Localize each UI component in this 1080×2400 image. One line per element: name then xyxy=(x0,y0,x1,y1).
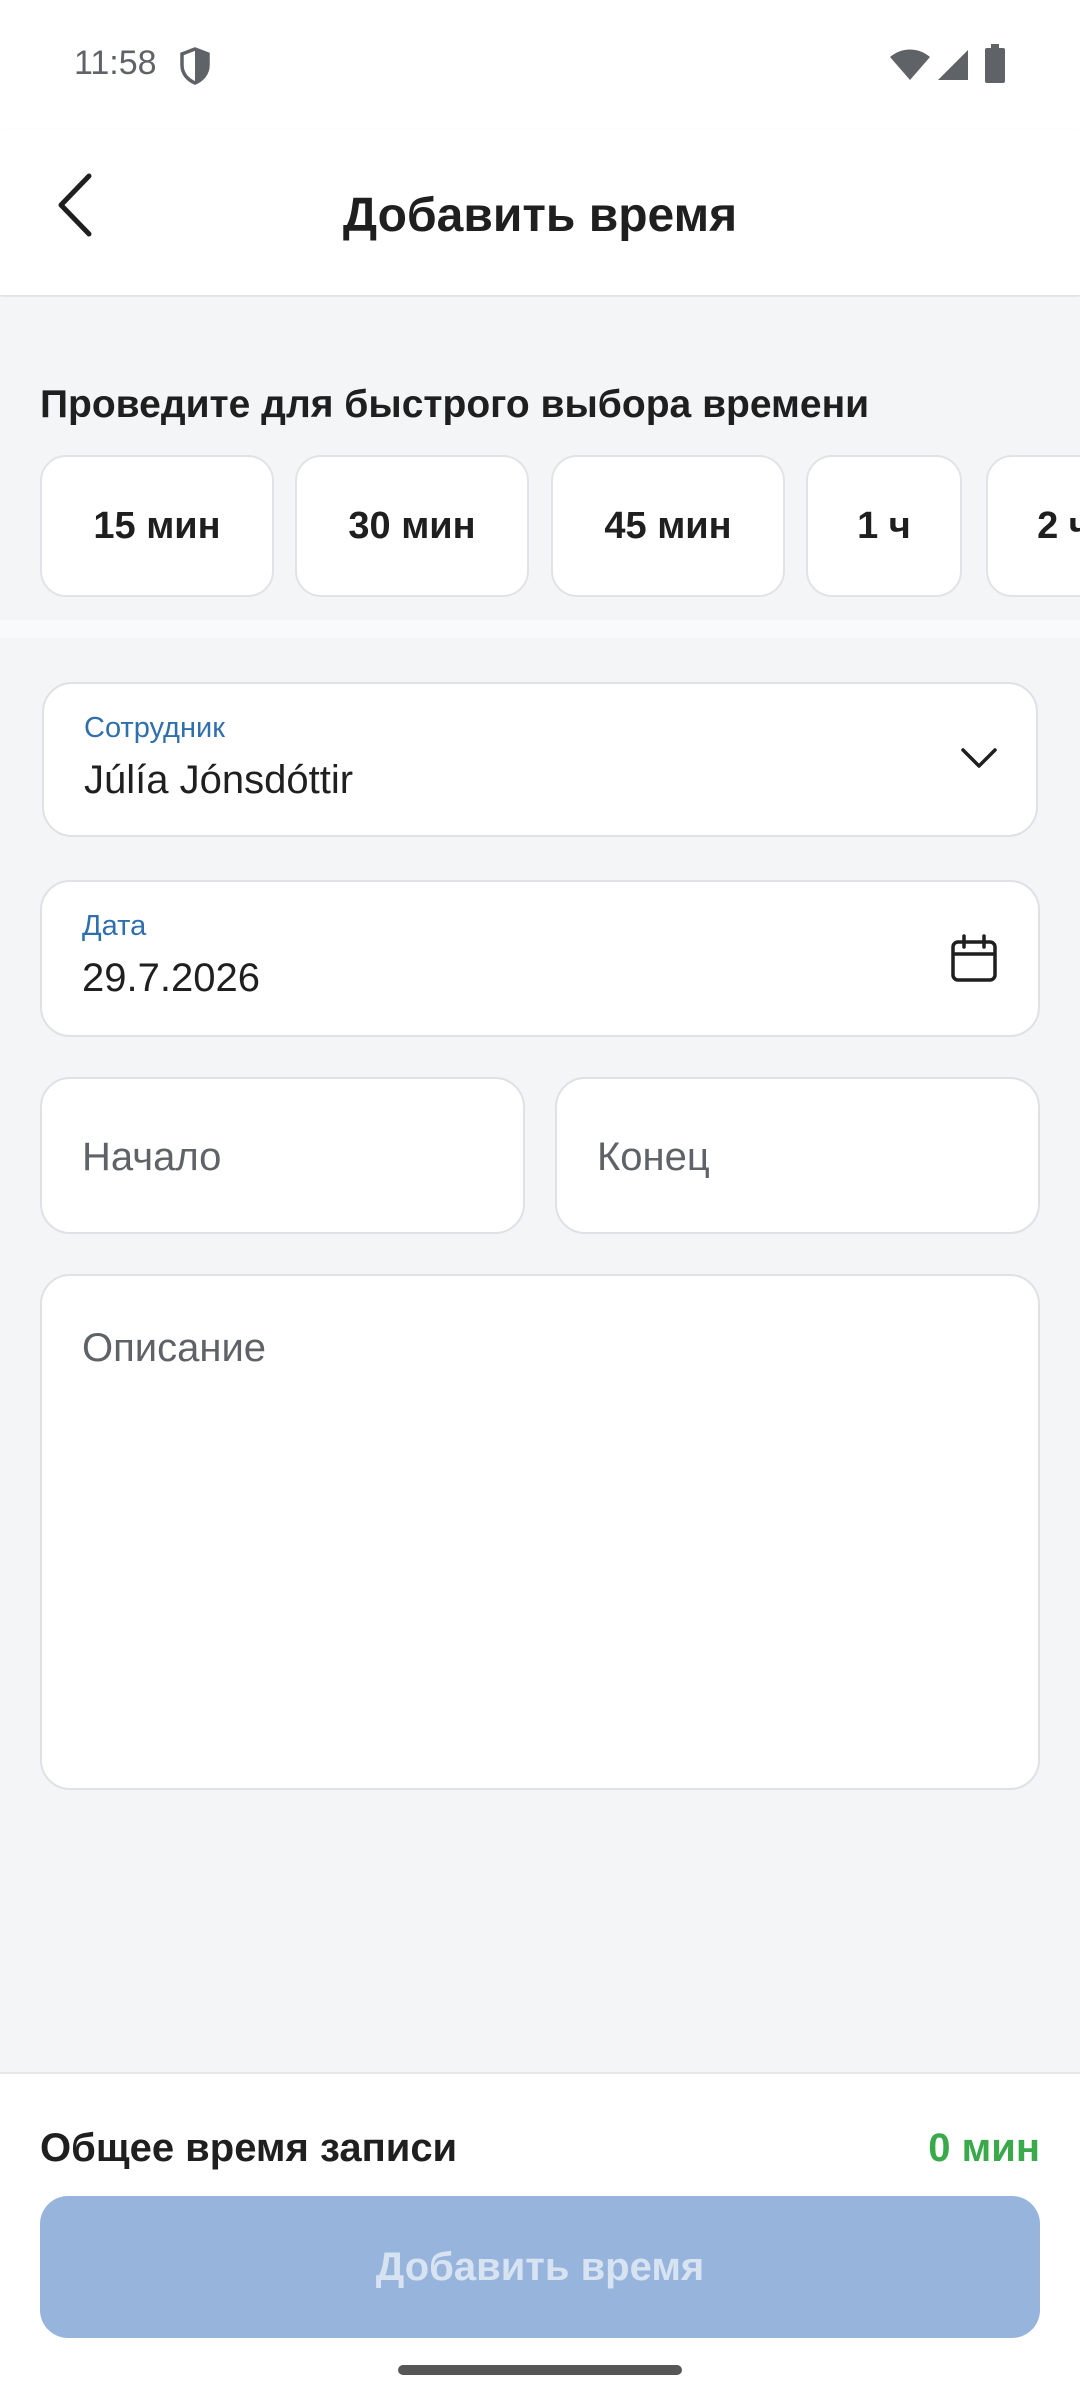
chevron-down-icon xyxy=(961,748,997,768)
start-time-placeholder: Начало xyxy=(82,1135,222,1179)
signal-icon xyxy=(938,50,968,80)
quick-select-hint: Проведите для быстрого выбора времени xyxy=(40,383,870,426)
employee-select[interactable]: Сотрудник Júlía Jónsdóttir xyxy=(42,682,1038,837)
chip-30-min[interactable]: 30 мин xyxy=(295,455,529,597)
chip-2-h[interactable]: 2 ч xyxy=(986,455,1080,597)
app-header: Добавить время xyxy=(0,130,1080,296)
date-field[interactable]: Дата 29.7.2026 xyxy=(40,880,1040,1037)
wifi-icon xyxy=(890,49,930,80)
end-time-placeholder: Конец xyxy=(597,1135,710,1179)
total-time-value: 0 мин xyxy=(928,2126,1040,2170)
quick-select-section: Проведите для быстрого выбора времени 15… xyxy=(0,297,1080,637)
battery-icon xyxy=(985,44,1005,83)
quick-select-chips[interactable]: 15 мин 30 мин 45 мин 1 ч 2 ч xyxy=(40,455,1080,597)
chip-1-h[interactable]: 1 ч xyxy=(806,455,962,597)
total-time-label: Общее время записи xyxy=(40,2126,458,2170)
status-bar: 11:58 xyxy=(0,0,1080,130)
shield-icon xyxy=(180,47,210,85)
date-label: Дата xyxy=(82,910,147,942)
home-indicator[interactable] xyxy=(398,2365,682,2375)
calendar-icon[interactable] xyxy=(950,934,998,984)
status-time: 11:58 xyxy=(74,44,157,82)
chip-45-min[interactable]: 45 мин xyxy=(551,455,785,597)
section-divider xyxy=(0,620,1080,638)
description-placeholder: Описание xyxy=(82,1326,267,1370)
page-title: Добавить время xyxy=(342,189,738,242)
add-time-button[interactable]: Добавить время xyxy=(40,2196,1040,2338)
description-field[interactable]: Описание xyxy=(40,1274,1040,1790)
employee-value: Júlía Jónsdóttir xyxy=(84,758,354,802)
footer: Общее время записи 0 мин Добавить время xyxy=(0,2072,1080,2400)
app-screen: 11:58 Добавить время Проведите для быстр… xyxy=(0,0,1080,2400)
end-time-field[interactable]: Конец xyxy=(555,1077,1040,1234)
employee-label: Сотрудник xyxy=(84,712,225,744)
start-time-field[interactable]: Начало xyxy=(40,1077,525,1234)
chip-15-min[interactable]: 15 мин xyxy=(40,455,274,597)
date-value: 29.7.2026 xyxy=(82,956,260,1000)
